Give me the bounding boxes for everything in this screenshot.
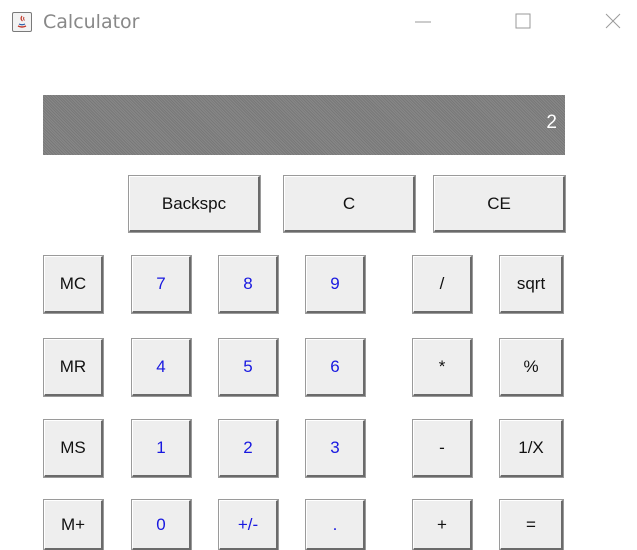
digit-8-button[interactable]: 8: [218, 255, 279, 314]
clear-entry-button[interactable]: CE: [433, 175, 566, 233]
close-icon: [603, 11, 623, 36]
maximize-button[interactable]: [500, 0, 546, 46]
digit-7-button[interactable]: 7: [131, 255, 192, 314]
digit-4-button[interactable]: 4: [131, 338, 192, 397]
result-display: 2: [43, 95, 565, 155]
digit-1-button[interactable]: 1: [131, 419, 192, 478]
digit-3-button[interactable]: 3: [305, 419, 366, 478]
subtract-button[interactable]: -: [412, 419, 473, 478]
java-app-icon: [12, 12, 32, 32]
memory-store-button[interactable]: MS: [43, 419, 104, 478]
sqrt-button[interactable]: sqrt: [499, 255, 564, 314]
maximize-icon: [513, 11, 533, 36]
reciprocal-button[interactable]: 1/X: [499, 419, 564, 478]
add-button[interactable]: +: [412, 499, 473, 550]
decimal-point-button[interactable]: .: [305, 499, 366, 550]
digit-5-button[interactable]: 5: [218, 338, 279, 397]
digit-0-button[interactable]: 0: [131, 499, 192, 550]
digit-2-button[interactable]: 2: [218, 419, 279, 478]
window-title: Calculator: [43, 11, 140, 33]
multiply-button[interactable]: *: [412, 338, 473, 397]
minimize-button[interactable]: [400, 0, 446, 46]
memory-clear-button[interactable]: MC: [43, 255, 104, 314]
equals-button[interactable]: =: [499, 499, 564, 550]
backspace-button[interactable]: Backspc: [128, 175, 261, 233]
title-bar: Calculator: [0, 0, 637, 46]
memory-recall-button[interactable]: MR: [43, 338, 104, 397]
digit-9-button[interactable]: 9: [305, 255, 366, 314]
memory-add-button[interactable]: M+: [43, 499, 104, 550]
clear-button[interactable]: C: [283, 175, 416, 233]
percent-button[interactable]: %: [499, 338, 564, 397]
minimize-icon: [413, 11, 433, 36]
digit-6-button[interactable]: 6: [305, 338, 366, 397]
divide-button[interactable]: /: [412, 255, 473, 314]
display-value: 2: [546, 112, 557, 133]
close-button[interactable]: [590, 0, 636, 46]
sign-toggle-button[interactable]: +/-: [218, 499, 279, 550]
calculator-window: Calculator 2 Backspc C CE MC 7 8 9 / sqr…: [0, 0, 637, 550]
